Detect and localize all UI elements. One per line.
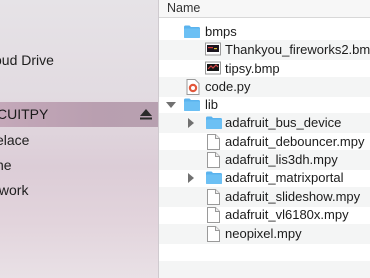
sidebar-item-label: ne	[0, 157, 12, 173]
list-item[interactable]: adafruit_matrixportal	[159, 168, 370, 188]
file-name: bmps	[205, 24, 237, 39]
file-name: adafruit_slideshow.mpy	[225, 189, 361, 204]
file-name: adafruit_debouncer.mpy	[225, 134, 365, 149]
list-item[interactable]: bmps	[159, 22, 370, 42]
file-list: Name bmps Thankyou_fireworks2.bmp tipsy.…	[159, 0, 370, 278]
file-name: adafruit_matrixportal	[225, 170, 344, 185]
folder-icon	[184, 98, 200, 111]
image-file-icon	[205, 61, 221, 75]
column-header-label: Name	[167, 1, 201, 15]
document-icon	[207, 152, 220, 168]
file-name: adafruit_bus_device	[225, 115, 342, 130]
sidebar-item-circuitpy[interactable]: CUITPY	[0, 102, 158, 127]
image-file-icon	[205, 42, 221, 56]
list-item[interactable]: tipsy.bmp	[159, 59, 370, 79]
sidebar: oud Drive CUITPY elace ne twork	[0, 0, 159, 278]
list-item[interactable]: adafruit_lis3dh.mpy	[159, 150, 370, 170]
document-icon	[207, 226, 220, 242]
list-item[interactable]: Thankyou_fireworks2.bmp	[159, 40, 370, 60]
eject-icon[interactable]	[140, 109, 152, 120]
document-icon	[207, 207, 220, 223]
sidebar-item-label: elace	[0, 132, 30, 148]
chevron-right-icon[interactable]	[185, 117, 197, 129]
folder-icon	[184, 25, 200, 38]
sidebar-item-3[interactable]: elace	[0, 128, 158, 153]
file-name: tipsy.bmp	[225, 61, 280, 76]
empty-row	[159, 261, 370, 278]
file-name: Thankyou_fireworks2.bmp	[225, 42, 370, 57]
sidebar-item-label: twork	[0, 182, 29, 198]
column-header-name[interactable]: Name	[159, 0, 370, 18]
sidebar-item-icloud-drive[interactable]: oud Drive	[0, 48, 158, 73]
folder-icon	[206, 171, 222, 184]
finder-window: oud Drive CUITPY elace ne twork Name	[0, 0, 370, 278]
sidebar-item-label: CUITPY	[0, 106, 49, 122]
sidebar-item-network[interactable]: twork	[0, 178, 158, 203]
list-item[interactable]: neopixel.mpy	[159, 224, 370, 244]
file-name: adafruit_lis3dh.mpy	[225, 152, 338, 167]
chevron-down-icon[interactable]	[165, 99, 177, 111]
list-item[interactable]: adafruit_vl6180x.mpy	[159, 205, 370, 225]
sidebar-item-4[interactable]: ne	[0, 153, 158, 178]
python-file-icon	[186, 79, 200, 95]
file-name: adafruit_vl6180x.mpy	[225, 207, 349, 222]
file-name: code.py	[205, 79, 251, 94]
list-item[interactable]: lib	[159, 95, 370, 115]
list-item[interactable]: adafruit_bus_device	[159, 113, 370, 133]
document-icon	[207, 189, 220, 205]
list-item[interactable]: code.py	[159, 77, 370, 97]
sidebar-item-label: oud Drive	[0, 52, 54, 68]
file-name: neopixel.mpy	[225, 226, 302, 241]
list-item[interactable]: adafruit_debouncer.mpy	[159, 132, 370, 152]
document-icon	[207, 134, 220, 150]
folder-icon	[206, 116, 222, 129]
chevron-right-icon[interactable]	[185, 172, 197, 184]
list-item[interactable]: adafruit_slideshow.mpy	[159, 187, 370, 207]
file-name: lib	[205, 97, 219, 112]
empty-row	[159, 243, 370, 263]
